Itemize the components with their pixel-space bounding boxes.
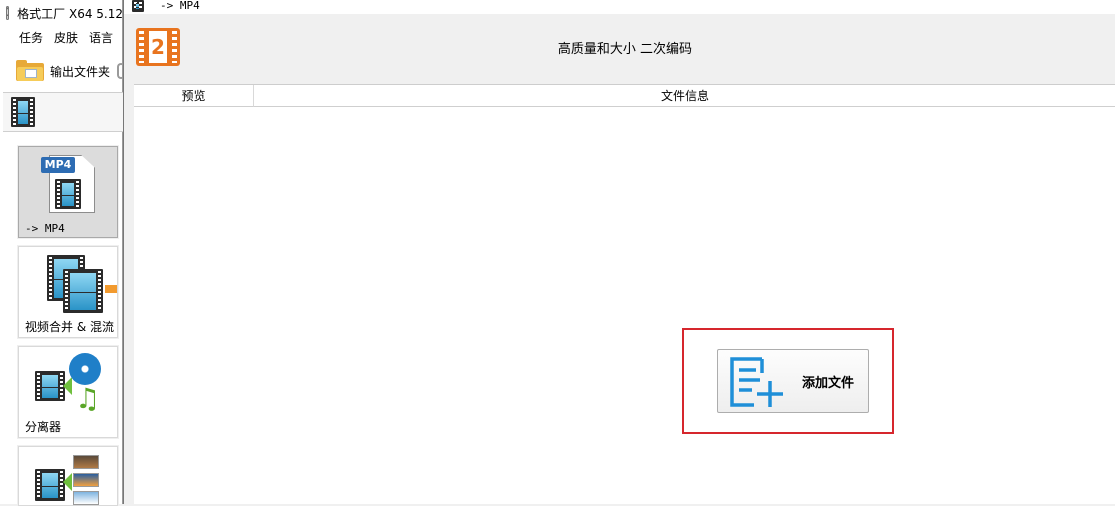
encoding-subtitle: 高质量和大小 二次编码 <box>557 42 693 57</box>
chevron-left-icon <box>63 377 72 395</box>
music-disc-icon <box>69 353 101 385</box>
video-category-icon <box>11 97 35 127</box>
picture-icon <box>73 473 99 487</box>
picture-icon <box>73 491 99 505</box>
film-icon <box>55 179 81 209</box>
picture-icon <box>73 455 99 469</box>
merge-arrow-icon <box>105 285 117 293</box>
tile-splitter[interactable]: ♫ 分离器 <box>18 346 118 438</box>
tile-label: 分离器 <box>25 420 62 434</box>
category-video[interactable] <box>3 92 123 132</box>
menu-task[interactable]: 任务 <box>19 28 43 48</box>
tile-video-merge[interactable]: 视频合并 & 混流 <box>18 246 118 338</box>
mp4-badge: MP4 <box>41 157 75 173</box>
menu-bar: 任务 皮肤 语言 <box>0 28 113 48</box>
folder-icon[interactable] <box>16 60 44 82</box>
dialog-title: -> MP4 <box>160 0 200 12</box>
chevron-left-icon <box>63 473 72 491</box>
tile-video-to-pictures[interactable] <box>18 446 118 506</box>
music-note-icon: ♫ <box>75 382 101 415</box>
dialog-header: 2 高质量和大小 二次编码 <box>134 24 1115 84</box>
convert-dialog: -> MP4 2 高质量和大小 二次编码 预览 文件信息 添加文件 <box>123 0 1115 504</box>
menu-skin[interactable]: 皮肤 <box>54 28 78 48</box>
add-file-label: 添加文件 <box>802 376 855 391</box>
column-header-file-info[interactable]: 文件信息 <box>254 85 1115 107</box>
dialog-title-bar: -> MP4 <box>124 0 1115 14</box>
dialog-film-icon <box>132 0 144 12</box>
tile-label: -> MP4 <box>25 222 65 235</box>
app-logo-icon <box>6 6 10 20</box>
add-file-button[interactable]: 添加文件 <box>717 349 869 413</box>
film-icon <box>35 469 65 501</box>
toolbar: 输出文件夹 <box>0 56 125 86</box>
main-window: 格式工厂 X64 5.12 任务 皮肤 语言 输出文件夹 MP4 -> MP4 … <box>0 0 125 506</box>
file-list[interactable]: 预览 文件信息 添加文件 <box>134 84 1115 504</box>
tile-to-mp4[interactable]: MP4 -> MP4 <box>18 146 118 238</box>
film-icon <box>35 371 65 401</box>
film-icon <box>63 269 103 313</box>
tile-label: 视频合并 & 混流 <box>25 320 114 334</box>
column-header-preview[interactable]: 预览 <box>134 85 254 107</box>
output-folder-button[interactable]: 输出文件夹 <box>50 63 110 80</box>
main-window-title: 格式工厂 X64 5.12 <box>17 6 123 21</box>
menu-language[interactable]: 语言 <box>89 28 113 48</box>
main-title-bar: 格式工厂 X64 5.12 <box>0 0 123 26</box>
add-file-icon <box>730 357 783 407</box>
